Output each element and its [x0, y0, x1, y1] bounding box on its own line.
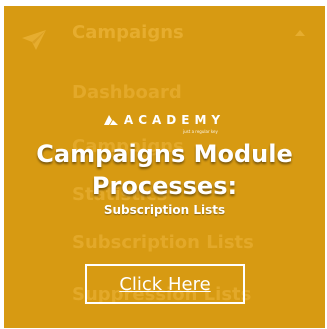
academy-brand: ACADEMY just a regular key: [4, 113, 325, 134]
click-here-button[interactable]: Click Here: [85, 264, 245, 304]
promo-title-line1: Campaigns Module: [36, 140, 293, 168]
promo-card: Campaigns Dashboard Campaigns Statistics…: [4, 6, 325, 328]
promo-subtitle: Subscription Lists: [103, 203, 226, 217]
promo-title-line2: Processes:: [91, 172, 238, 200]
promo-overlay: ACADEMY just a regular key Campaigns Mod…: [4, 6, 325, 328]
brand-name: ACADEMY: [123, 113, 226, 127]
brand-tagline: just a regular key: [183, 129, 218, 134]
academy-logo-icon: [103, 115, 118, 125]
